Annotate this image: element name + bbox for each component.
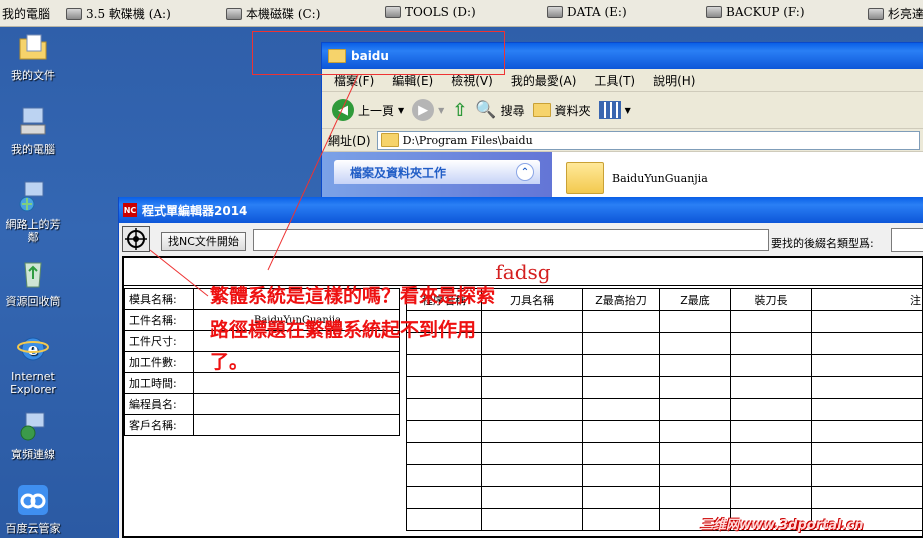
watermark: 三维网www.3dportal.cn	[700, 518, 864, 533]
annotation-lines	[149, 74, 359, 297]
annotation-text-line: 了。	[210, 351, 249, 373]
annotation-text-line: 繁體系統是這樣的嗎？看來是探索	[210, 285, 496, 307]
annotation-text-line: 路徑標題在繁體系統起不到作用	[210, 319, 477, 341]
